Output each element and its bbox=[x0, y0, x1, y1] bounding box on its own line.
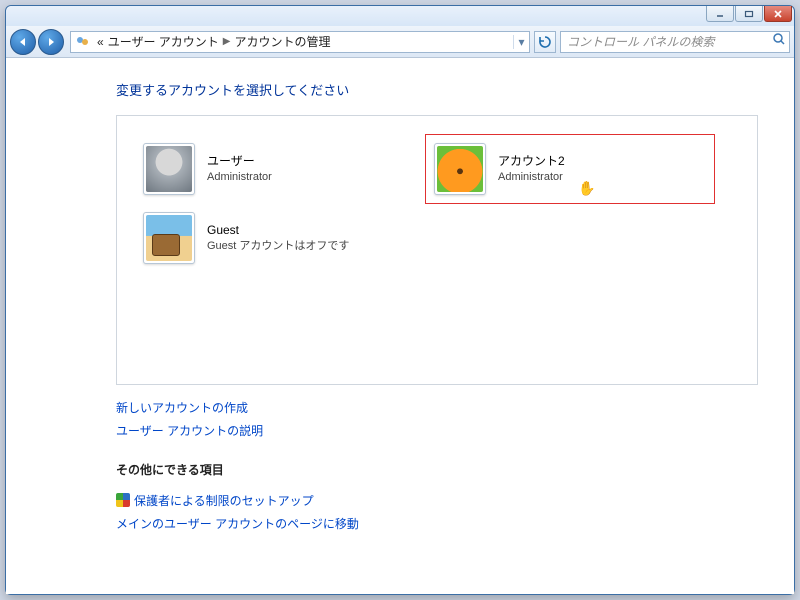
account-avatar bbox=[143, 212, 195, 264]
account-role: Administrator bbox=[498, 170, 565, 185]
account-role: Guest アカウントはオフです bbox=[207, 239, 349, 254]
other-section-title: その他にできる項目 bbox=[116, 461, 758, 478]
search-box bbox=[560, 31, 790, 53]
address-dropdown-icon[interactable]: ▾ bbox=[513, 35, 529, 49]
page-heading: 変更するアカウントを選択してください bbox=[116, 80, 758, 99]
account-item-guest[interactable]: Guest Guest アカウントはオフです bbox=[135, 204, 425, 272]
accounts-grid: ユーザー Administrator アカウント2 Administrator … bbox=[135, 134, 757, 272]
close-button[interactable] bbox=[764, 6, 792, 22]
parental-controls-link[interactable]: 保護者による制限のセットアップ bbox=[116, 492, 758, 509]
nav-bar: « ユーザー アカウント ▶ アカウントの管理 ▾ bbox=[6, 26, 794, 58]
account-text: Guest Guest アカウントはオフです bbox=[207, 222, 349, 253]
other-links: 保護者による制限のセットアップ メインのユーザー アカウントのページに移動 bbox=[116, 492, 758, 532]
breadcrumb-seg-1[interactable]: ユーザー アカウント bbox=[106, 33, 221, 50]
action-links: 新しいアカウントの作成 ユーザー アカウントの説明 bbox=[116, 399, 758, 439]
about-accounts-link[interactable]: ユーザー アカウントの説明 bbox=[116, 422, 758, 439]
account-name: ユーザー bbox=[207, 153, 272, 169]
account-item-user[interactable]: ユーザー Administrator bbox=[135, 134, 425, 204]
caption-bar bbox=[6, 6, 794, 26]
chevron-right-icon[interactable]: ▶ bbox=[223, 36, 231, 47]
content-area: 変更するアカウントを選択してください ユーザー Administrator アカ… bbox=[6, 58, 794, 594]
user-accounts-icon bbox=[75, 34, 91, 50]
account-avatar bbox=[434, 143, 486, 195]
search-icon[interactable] bbox=[769, 32, 789, 51]
create-account-link[interactable]: 新しいアカウントの作成 bbox=[116, 399, 758, 416]
account-text: アカウント2 Administrator bbox=[498, 153, 565, 184]
maximize-button[interactable] bbox=[735, 6, 763, 22]
accounts-panel: ユーザー Administrator アカウント2 Administrator … bbox=[116, 115, 758, 385]
refresh-button[interactable] bbox=[534, 31, 556, 53]
account-text: ユーザー Administrator bbox=[207, 153, 272, 184]
account-avatar bbox=[143, 143, 195, 195]
back-button[interactable] bbox=[10, 29, 36, 55]
minimize-button[interactable] bbox=[706, 6, 734, 22]
search-input[interactable] bbox=[561, 35, 769, 49]
account-name: アカウント2 bbox=[498, 153, 565, 169]
account-item-account2[interactable]: アカウント2 Administrator bbox=[425, 134, 715, 204]
address-bar[interactable]: « ユーザー アカウント ▶ アカウントの管理 ▾ bbox=[70, 31, 530, 53]
forward-button[interactable] bbox=[38, 29, 64, 55]
breadcrumb-seg-2[interactable]: アカウントの管理 bbox=[233, 33, 333, 50]
main-account-page-link[interactable]: メインのユーザー アカウントのページに移動 bbox=[116, 515, 758, 532]
control-panel-window: « ユーザー アカウント ▶ アカウントの管理 ▾ 変更するアカウントを選択して… bbox=[5, 5, 795, 595]
account-name: Guest bbox=[207, 222, 349, 238]
parental-controls-label: 保護者による制限のセットアップ bbox=[134, 494, 314, 508]
breadcrumb-prefix: « bbox=[95, 35, 106, 49]
shield-icon bbox=[116, 493, 130, 507]
account-role: Administrator bbox=[207, 170, 272, 185]
